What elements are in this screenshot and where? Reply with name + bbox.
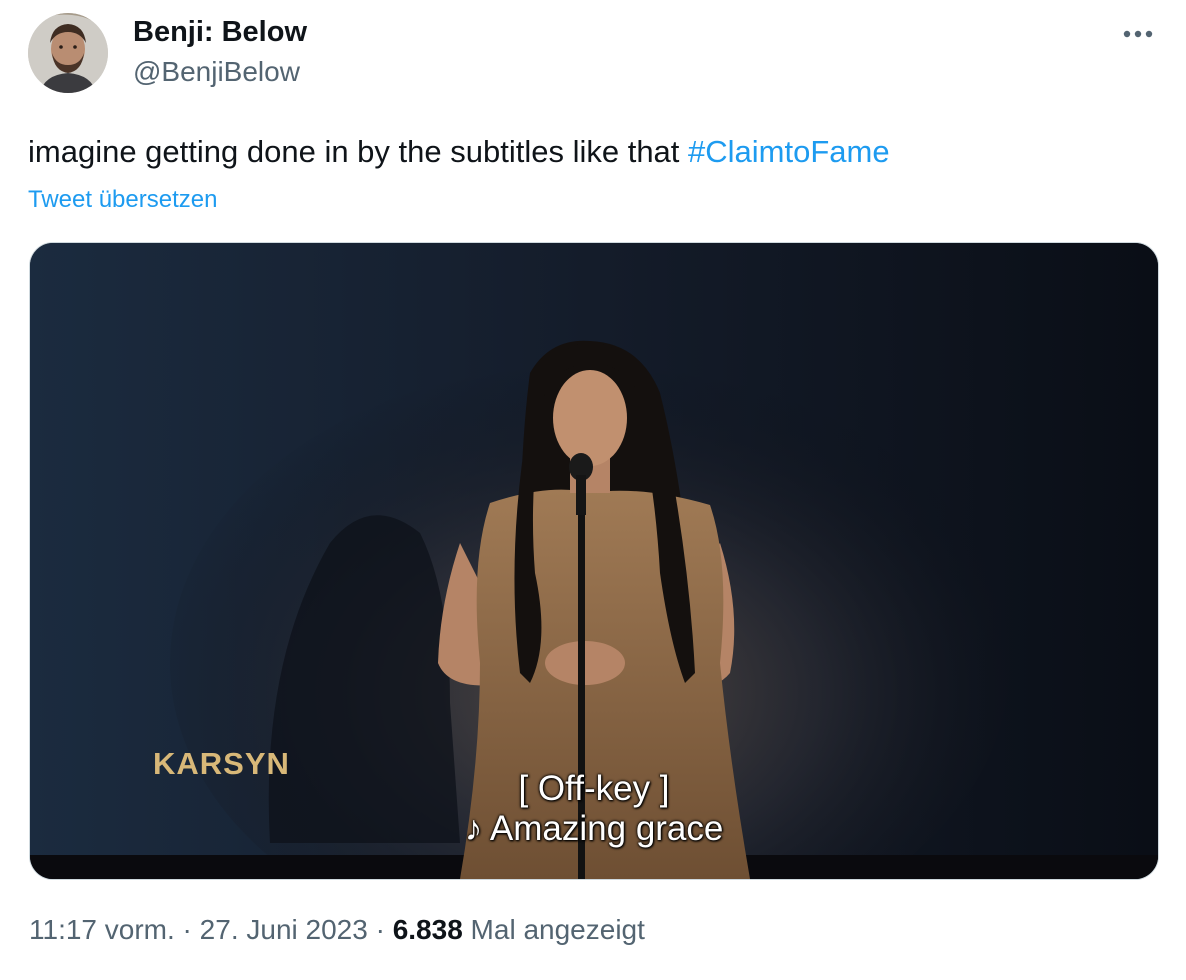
- avatar-image: [28, 13, 108, 93]
- subtitle-line-1: [ Off-key ]: [518, 769, 670, 808]
- hashtag-link[interactable]: #ClaimtoFame: [688, 134, 890, 169]
- subtitle-line-2: ♪ Amazing grace: [464, 809, 724, 848]
- tweet-text-body: imagine getting done in by the subtitles…: [28, 134, 689, 169]
- translate-tweet-link[interactable]: Tweet übersetzen: [28, 186, 217, 214]
- tweet-media-image[interactable]: KARSYN [ Off-key ] ♪ Amazing grace: [29, 242, 1159, 880]
- view-count: 6.838: [392, 914, 463, 945]
- tweet-meta: 11:17 vorm. · 27. Juni 2023 · 6.838 Mal …: [29, 914, 645, 946]
- author-display-name[interactable]: Benji: Below: [133, 16, 307, 49]
- more-options-button[interactable]: [1118, 14, 1158, 54]
- author-handle[interactable]: @BenjiBelow: [133, 56, 300, 88]
- tweet-time-link[interactable]: 11:17 vorm.: [29, 914, 175, 945]
- tweet: Benji: Below @BenjiBelow imagine getting…: [0, 0, 1186, 980]
- avatar[interactable]: [28, 13, 108, 93]
- more-horizontal-icon: [1123, 30, 1153, 38]
- tweet-date-link[interactable]: 27. Juni 2023: [200, 914, 368, 945]
- tweet-text: imagine getting done in by the subtitles…: [28, 134, 890, 170]
- meta-separator: ·: [367, 914, 393, 945]
- meta-separator: ·: [174, 914, 200, 945]
- view-count-label: Mal angezeigt: [462, 914, 645, 945]
